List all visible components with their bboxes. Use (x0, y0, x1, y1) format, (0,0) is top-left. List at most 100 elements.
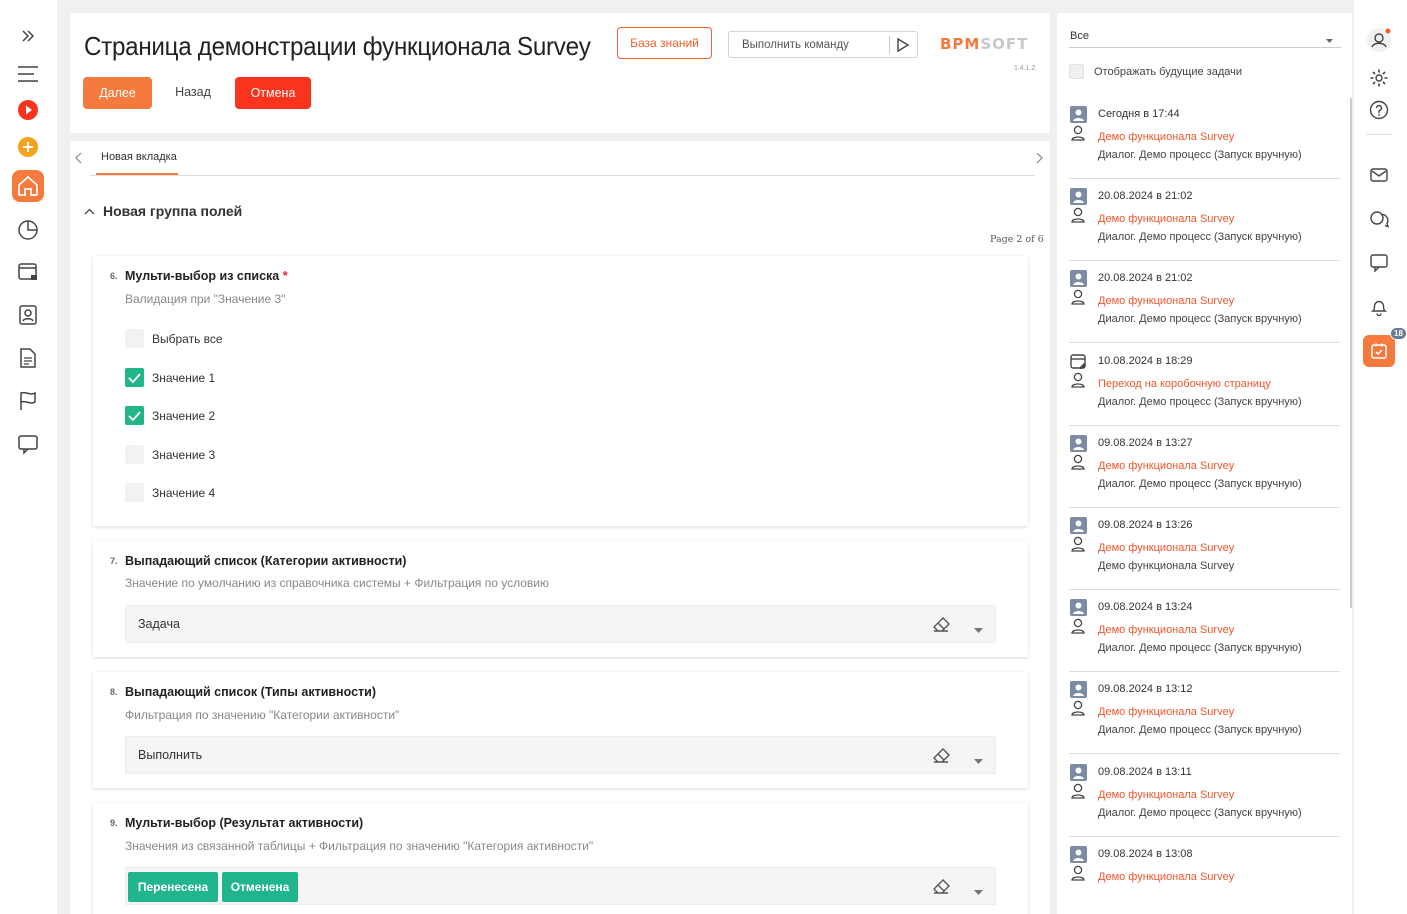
task-link[interactable]: Демо функционала Survey (1098, 871, 1234, 883)
home-icon[interactable] (12, 170, 44, 202)
expand-nav-icon[interactable] (12, 20, 44, 52)
bpmsoft-logo: BPMSOFT (940, 35, 1028, 53)
task-link[interactable]: Демо функционала Survey (1098, 213, 1234, 225)
future-tasks-label: Отображать будущие задачи (1094, 65, 1242, 78)
conversations-icon[interactable] (1363, 203, 1395, 235)
assignee-icon (1071, 454, 1085, 475)
checkbox-option[interactable]: Значение 1 (125, 368, 215, 387)
version-label: 1.4.1.2 (1014, 65, 1036, 72)
checkbox-checked[interactable] (125, 406, 144, 425)
tasks-panel: Все Отображать будущие задачи Сегодня в … (1057, 13, 1352, 914)
feed-icon[interactable] (1363, 247, 1395, 279)
checkbox[interactable] (125, 329, 144, 348)
question-title: Выпадающий список (Категории активности) (125, 554, 407, 568)
task-process: Диалог. Демо процесс (Запуск вручную) (1098, 724, 1302, 737)
dropdown-arrow-icon (1326, 34, 1333, 46)
chevron-left-icon[interactable] (75, 151, 83, 169)
eraser-icon[interactable] (931, 877, 951, 900)
help-icon[interactable] (1363, 94, 1395, 126)
dropdown-arrow-icon[interactable] (974, 752, 983, 770)
add-icon[interactable] (12, 131, 44, 163)
tasks-button[interactable]: 18 (1363, 327, 1407, 367)
task-item[interactable]: 09.08.2024 в 13:24 Демо функционала Surve… (1069, 599, 1340, 673)
task-date: 20.08.2024 в 21:02 (1098, 272, 1193, 285)
back-button[interactable]: Назад (165, 77, 221, 107)
task-link[interactable]: Демо функционала Survey (1098, 624, 1234, 636)
task-link[interactable]: Демо функционала Survey (1098, 706, 1234, 718)
knowledge-base-button[interactable]: База знаний (617, 27, 712, 59)
task-divider (1069, 753, 1340, 755)
bell-icon[interactable] (1363, 291, 1395, 323)
scrollbar[interactable] (1350, 98, 1352, 608)
activity-category-dropdown[interactable]: Задача (125, 605, 996, 643)
task-item[interactable]: 20.08.2024 в 21:02 Демо функционала Surve… (1069, 188, 1340, 262)
task-link[interactable]: Демо функционала Survey (1098, 542, 1234, 554)
page-counter: Page 2 of 6 (990, 234, 1044, 245)
activity-type-dropdown[interactable]: Выполнить (125, 736, 996, 774)
chevron-right-icon[interactable] (1035, 151, 1043, 169)
selected-chip[interactable]: Отменена (222, 872, 298, 902)
task-item[interactable]: 09.08.2024 в 13:11 Демо функционала Surve… (1069, 763, 1340, 838)
question-subtitle: Фильтрация по значению "Категории активн… (125, 708, 400, 722)
task-item[interactable]: 09.08.2024 в 13:26 Демо функционала Surve… (1069, 517, 1340, 591)
check-icon (128, 372, 141, 383)
checkbox[interactable] (125, 483, 144, 502)
question-number: 8. (110, 687, 118, 697)
gear-icon[interactable] (1363, 62, 1395, 94)
task-divider (1069, 671, 1340, 673)
menu-icon[interactable] (12, 58, 44, 90)
task-link[interactable]: Демо функционала Survey (1098, 460, 1234, 472)
assignee-icon (1071, 372, 1085, 393)
task-process: Диалог. Демо процесс (Запуск вручную) (1098, 231, 1302, 244)
checkbox-option[interactable]: Выбрать все (125, 329, 223, 348)
checkbox-option[interactable]: Значение 4 (125, 483, 215, 502)
eraser-icon[interactable] (931, 746, 951, 769)
checkbox-option[interactable]: Значение 2 (125, 406, 215, 425)
analytics-icon[interactable] (12, 213, 44, 245)
checkbox-label: Выбрать все (152, 331, 223, 346)
checkbox[interactable] (125, 445, 144, 464)
assignee-icon (1071, 618, 1085, 639)
task-item[interactable]: Сегодня в 17:44 Демо функционала Survey Ди… (1069, 106, 1340, 180)
command-input[interactable]: Выполнить команду (728, 31, 918, 58)
tab-new[interactable]: Новая вкладка (101, 151, 177, 163)
task-link[interactable]: Демо функционала Survey (1098, 789, 1234, 801)
task-filter-select[interactable]: Все (1069, 28, 1341, 48)
task-divider (1069, 835, 1340, 837)
profile-icon[interactable] (1363, 24, 1395, 56)
task-item[interactable]: 09.08.2024 в 13:12 Демо функционала Surve… (1069, 681, 1340, 755)
eraser-icon[interactable] (931, 615, 951, 638)
run-command-icon[interactable] (896, 37, 910, 56)
document-icon[interactable] (12, 342, 44, 374)
task-item[interactable]: 09.08.2024 в 13:08 Демо функционала Surve… (1069, 845, 1340, 914)
task-checklist-icon (1371, 343, 1387, 359)
dropdown-arrow-icon[interactable] (974, 621, 983, 639)
task-link[interactable]: Демо функционала Survey (1098, 295, 1234, 307)
dropdown-arrow-icon[interactable] (974, 883, 983, 901)
task-process: Диалог. Демо процесс (Запуск вручную) (1098, 477, 1302, 490)
secure-browser-icon[interactable] (12, 256, 44, 288)
question-card-8: 8. Выпадающий список (Типы активности) Ф… (93, 672, 1028, 788)
question-card-6: 6. Мульти-выбор из списка * Валидация пр… (93, 256, 1028, 526)
task-item[interactable]: 10.08.2024 в 18:29 Переход на коробочную … (1069, 353, 1340, 427)
contacts-icon[interactable] (12, 299, 44, 331)
task-link[interactable]: Демо функционала Survey (1098, 131, 1234, 143)
checkbox-option[interactable]: Значение 3 (125, 445, 215, 464)
flag-icon[interactable] (12, 385, 44, 417)
selected-chip[interactable]: Перенесена (128, 872, 218, 902)
checkbox-checked[interactable] (125, 368, 144, 387)
mail-icon[interactable] (1363, 159, 1395, 191)
cancel-button[interactable]: Отмена (235, 77, 311, 109)
task-item[interactable]: 20.08.2024 в 21:02 Демо функционала Surve… (1069, 270, 1340, 344)
task-item[interactable]: 09.08.2024 в 13:27 Демо функционала Surve… (1069, 434, 1340, 509)
next-button[interactable]: Далее (83, 77, 152, 109)
question-subtitle: Значение по умолчанию из справочника сис… (125, 576, 549, 590)
activity-result-multiselect[interactable]: Перенесена Отменена (125, 867, 996, 905)
checkbox[interactable] (1069, 64, 1084, 79)
field-group-header[interactable]: Новая группа полей (84, 203, 242, 219)
chat-icon[interactable] (12, 428, 44, 460)
show-future-tasks-toggle[interactable]: Отображать будущие задачи (1069, 64, 1242, 79)
task-link[interactable]: Переход на коробочную страницу (1098, 378, 1271, 390)
assignee-icon (1071, 865, 1085, 886)
play-process-icon[interactable] (12, 94, 44, 126)
